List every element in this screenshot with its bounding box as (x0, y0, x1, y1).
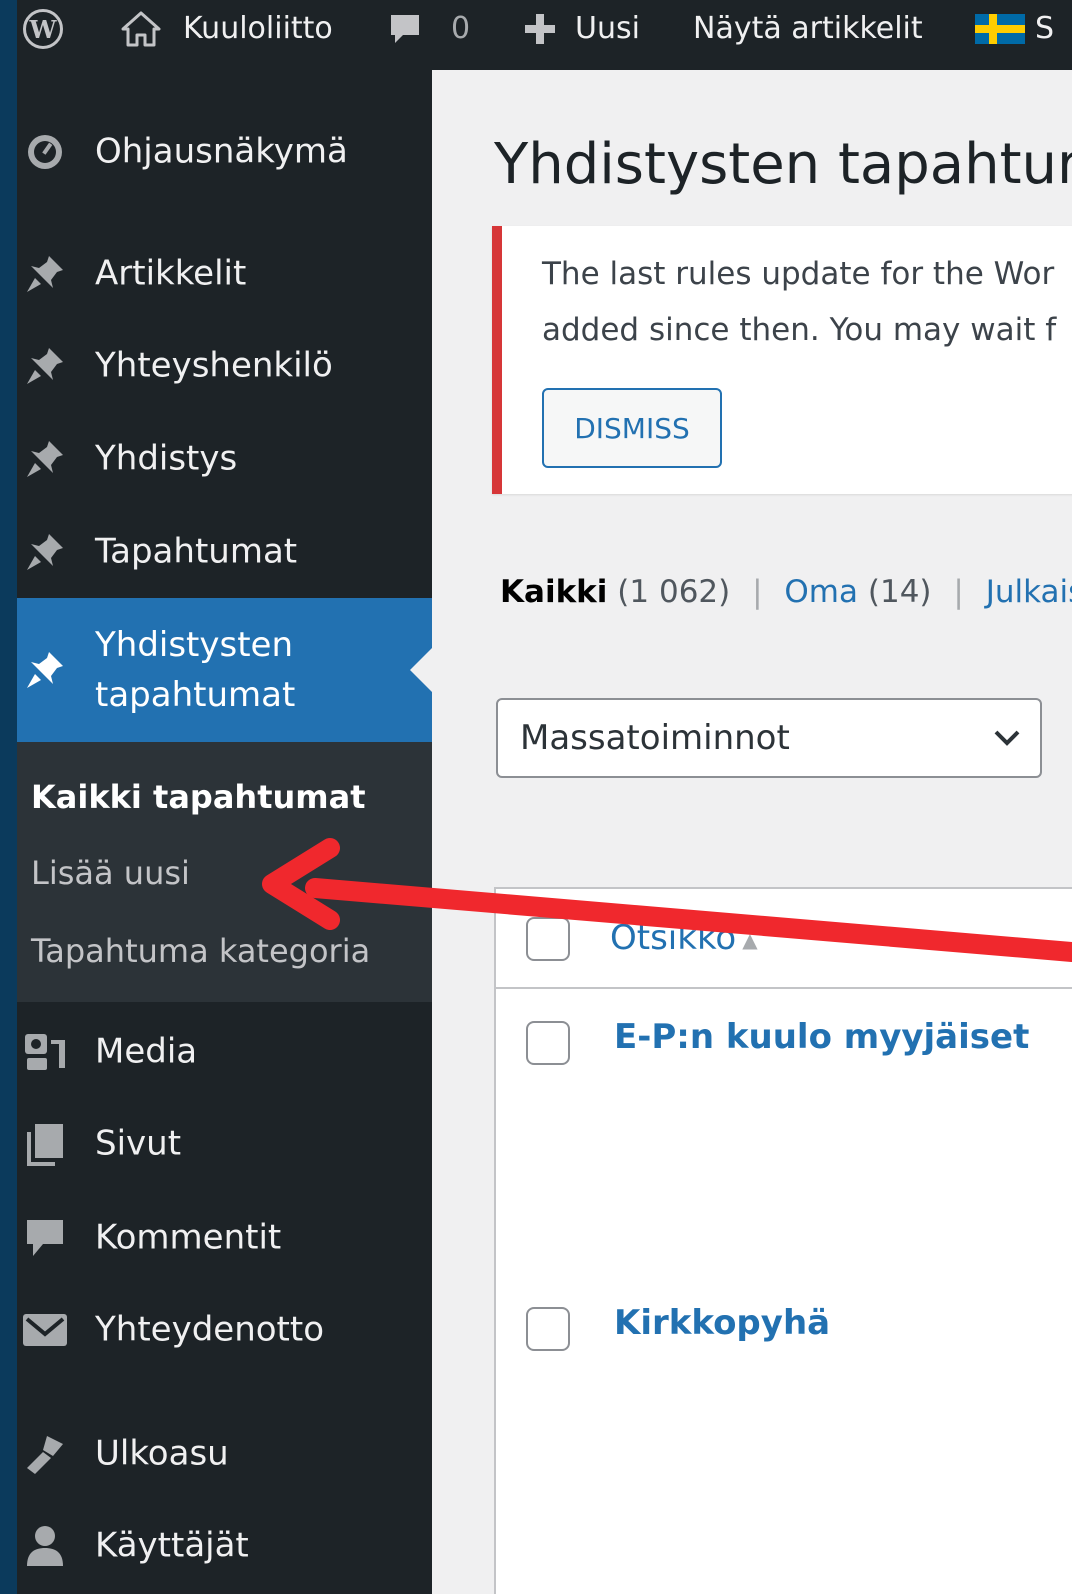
sidebar-item-label: Artikkelit (95, 253, 247, 294)
dashboard-icon (21, 128, 69, 176)
submenu-item-add-new[interactable]: Lisää uusi (31, 854, 190, 892)
pin-icon (21, 646, 69, 694)
sidebar-item-label: Sivut (95, 1123, 182, 1164)
page-title: Yhdistysten tapahtur (494, 132, 1072, 197)
notice-text-line-2: added since then. You may wait f (542, 312, 1057, 348)
sidebar-item-articles[interactable]: Artikkelit (17, 230, 432, 318)
row-title-link[interactable]: Kirkkopyhä (614, 1303, 830, 1343)
sidebar-item-appearance[interactable]: Ulkoasu (17, 1410, 432, 1498)
error-notice: The last rules update for the Wor added … (492, 226, 1072, 494)
sidebar-item-label: Yhteydenotto (95, 1309, 325, 1350)
admin-sidebar: Ohjausnäkymä Artikkelit Yhteyshenkilö Yh… (17, 70, 432, 1594)
notice-text-line-1: The last rules update for the Wor (542, 256, 1055, 292)
view-separator: | (752, 574, 763, 610)
pin-icon (21, 435, 69, 483)
view-filter-links: Kaikki (1 062) | Oma (14) | Julkaist (500, 574, 1072, 610)
table-row: Kirkkopyhä (496, 1275, 1072, 1561)
new-content-label: Uusi (575, 11, 640, 46)
sidebar-item-contact-person[interactable]: Yhteyshenkilö (17, 322, 432, 410)
view-posts-link[interactable]: Näytä artikkelit (693, 0, 923, 58)
table-header: Otsikko ▲ (496, 889, 1072, 989)
submenu-item-all-events[interactable]: Kaikki tapahtumat (31, 778, 366, 816)
wordpress-logo-icon: W (23, 9, 63, 49)
view-posts-label: Näytä artikkelit (693, 11, 923, 46)
sidebar-item-label: Tapahtumat (95, 531, 298, 572)
screen: W Kuuloliitto 0 Uusi Näytä artikkelit S … (17, 0, 1072, 1594)
sidebar-item-media[interactable]: Media (17, 1008, 432, 1096)
row-title-link[interactable]: E-P:n kuulo myyjäiset (614, 1017, 1029, 1057)
view-all-link[interactable]: Kaikki (500, 574, 607, 610)
sort-icon: ▲ (742, 927, 758, 952)
view-all-count: (1 062) (617, 574, 731, 610)
sidebar-item-contact[interactable]: Yhteydenotto (17, 1286, 432, 1374)
current-menu-pointer (410, 648, 432, 692)
sidebar-item-comments[interactable]: Kommentit (17, 1194, 432, 1282)
language-switcher[interactable]: S (975, 0, 1054, 58)
sidebar-item-events[interactable]: Tapahtumat (17, 508, 432, 596)
media-icon (21, 1028, 69, 1076)
row-checkbox[interactable] (526, 1021, 570, 1065)
bulk-actions-select[interactable]: Massatoiminnot (496, 698, 1042, 778)
submenu-item-event-category[interactable]: Tapahtuma kategoria (31, 932, 370, 970)
site-name-link[interactable]: Kuuloliitto (121, 0, 333, 58)
column-title-sort-link[interactable]: Otsikko ▲ (610, 918, 758, 958)
sidebar-item-label: Kommentit (95, 1217, 282, 1258)
site-name-label: Kuuloliitto (183, 11, 333, 46)
events-table: Otsikko ▲ E-P:n kuulo myyjäiset Kirkkopyh… (494, 887, 1072, 1594)
submenu: Kaikki tapahtumat Lisää uusi Tapahtuma k… (17, 742, 432, 1002)
pages-icon (21, 1120, 69, 1168)
sidebar-item-label: Ulkoasu (95, 1433, 229, 1474)
sidebar-item-label: Yhteyshenkilö (95, 345, 333, 386)
bulk-actions-value: Massatoiminnot (520, 718, 790, 758)
admin-bar: W Kuuloliitto 0 Uusi Näytä artikkelit S (17, 0, 1072, 70)
select-all-checkbox[interactable] (526, 917, 570, 961)
sidebar-item-label: Media (95, 1031, 198, 1072)
sidebar-item-label: Käyttäjät (95, 1525, 249, 1566)
pin-icon (21, 528, 69, 576)
dismiss-button[interactable]: DISMISS (542, 388, 722, 468)
view-mine-link[interactable]: Oma (784, 574, 858, 610)
view-published-link[interactable]: Julkaist (986, 574, 1072, 610)
home-icon (121, 11, 161, 47)
sidebar-item-association-events[interactable]: Yhdistysten tapahtumat (17, 598, 432, 742)
sidebar-item-dashboard[interactable]: Ohjausnäkymä (17, 108, 432, 196)
users-icon (21, 1522, 69, 1570)
sidebar-item-association[interactable]: Yhdistys (17, 415, 432, 503)
comments-link[interactable]: 0 (387, 0, 470, 58)
sidebar-item-users[interactable]: Käyttäjät (17, 1502, 432, 1590)
sidebar-item-pages[interactable]: Sivut (17, 1100, 432, 1188)
language-label: S (1035, 11, 1055, 46)
pin-icon (21, 250, 69, 298)
comment-bubble-icon (391, 15, 419, 43)
swedish-flag-icon (975, 14, 1025, 44)
row-checkbox[interactable] (526, 1307, 570, 1351)
sidebar-item-label: Yhdistysten tapahtumat (95, 625, 296, 715)
wordpress-logo-button[interactable]: W (23, 0, 63, 58)
sidebar-item-label: Yhdistys (95, 438, 238, 479)
view-separator: | (953, 574, 964, 610)
chevron-down-icon (994, 730, 1020, 746)
comments-count: 0 (451, 11, 471, 46)
plus-icon (525, 14, 555, 44)
column-title-label: Otsikko (610, 918, 737, 958)
appearance-icon (21, 1430, 69, 1478)
new-content-button[interactable]: Uusi (523, 0, 640, 58)
mail-icon (21, 1306, 69, 1354)
sidebar-item-label: Ohjausnäkymä (95, 131, 348, 172)
main-content: Yhdistysten tapahtur The last rules upda… (432, 70, 1072, 1594)
view-mine-count: (14) (867, 574, 932, 610)
table-row: E-P:n kuulo myyjäiset (496, 989, 1072, 1275)
pin-icon (21, 342, 69, 390)
comment-icon (21, 1214, 69, 1262)
